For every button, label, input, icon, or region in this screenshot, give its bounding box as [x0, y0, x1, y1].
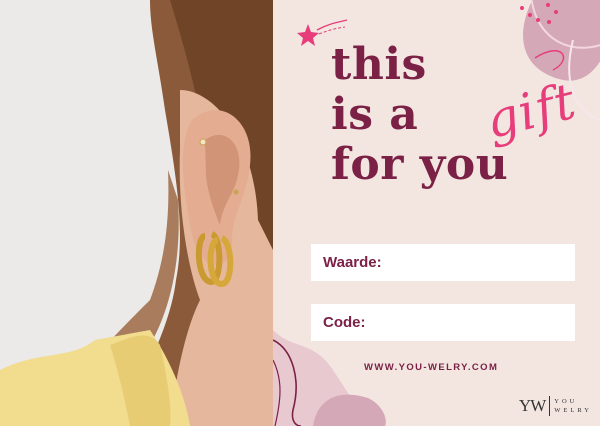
gift-card: this is a for you gift Waarde: Code: WWW… — [0, 0, 600, 426]
headline-line-1: this — [331, 39, 427, 90]
brand-word-1: YOU — [554, 398, 578, 405]
code-field-label: Code: — [323, 314, 366, 331]
headline-line-3: for you — [331, 139, 509, 190]
value-field[interactable]: Waarde: — [311, 244, 575, 281]
brand-wordmark: YOU WELRY — [554, 397, 592, 415]
code-field[interactable]: Code: — [311, 304, 575, 341]
ear-photo — [0, 0, 273, 426]
website-link[interactable]: WWW.YOU-WELRY.COM — [364, 362, 498, 373]
brand-logo: YW YOU WELRY — [519, 396, 592, 416]
gift-panel: this is a for you gift Waarde: Code: WWW… — [273, 0, 600, 426]
brand-monogram: YW — [519, 396, 551, 416]
brand-word-2: WELRY — [554, 407, 592, 414]
headline: this is a for you gift — [331, 39, 582, 190]
value-field-label: Waarde: — [323, 254, 382, 271]
